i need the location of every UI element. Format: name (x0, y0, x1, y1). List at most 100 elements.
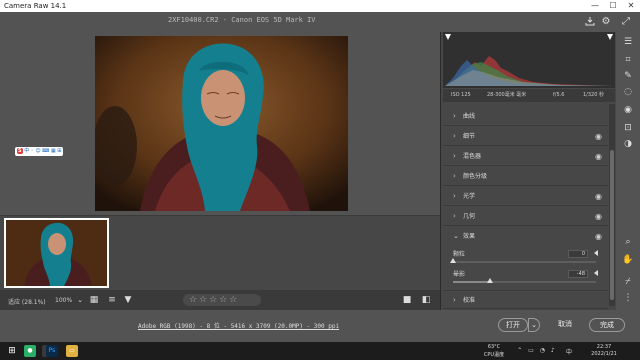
panel-scroll-thumb[interactable] (610, 150, 614, 300)
window-titlebar: Camera Raw 14.1 — ☐ ✕ (0, 0, 640, 12)
file-name: 2XF10400.CR2 - Canon EOS 5D Mark IV (168, 16, 316, 24)
chevron-right-icon: › (453, 212, 456, 220)
hand-tool-icon[interactable]: ✋ (622, 254, 634, 266)
crop-icon[interactable]: ⌗ (622, 54, 634, 66)
filter-icon[interactable]: ▼ (122, 294, 134, 306)
open-button[interactable]: 打开 (498, 318, 528, 332)
section-calibration[interactable]: › 校准 (443, 290, 608, 309)
vignette-slider[interactable] (453, 281, 596, 283)
cancel-button[interactable]: 取消 (551, 318, 579, 332)
single-view-icon[interactable]: ■ (401, 294, 413, 306)
chevron-right-icon: › (453, 172, 456, 180)
filmstrip-thumbnail[interactable] (4, 218, 109, 288)
vignette-slider-fill (453, 281, 491, 283)
vignette-value[interactable]: -48 (568, 270, 588, 278)
section-effects[interactable]: ⌄ 效果 ◉ (443, 227, 608, 246)
clock-time[interactable]: 22:37 (588, 344, 620, 350)
sort-icon[interactable]: ≡ (106, 294, 118, 306)
chevron-right-icon: › (453, 112, 456, 120)
section-label: 校准 (463, 297, 476, 304)
zoom-tool-icon[interactable]: ⌕ (622, 236, 634, 248)
eye-icon[interactable]: ◉ (595, 187, 602, 206)
vignette-label: 晕影 (453, 271, 466, 278)
star-rating[interactable]: ☆☆☆☆☆ (183, 294, 261, 306)
cpu-temp-value: 63°C (487, 344, 501, 350)
bottom-toolbar: 适应 (28.1%) 100% ⌄ ▦ ≡ ▼ ☆☆☆☆☆ ■ ◧ (0, 290, 440, 310)
presets-icon[interactable]: ◑ (622, 138, 634, 150)
save-icon[interactable] (584, 16, 596, 28)
top-bar: 2XF10400.CR2 - Canon EOS 5D Mark IV ⚙ ⤢ (0, 12, 640, 32)
chevron-right-icon: › (453, 132, 456, 140)
fit-zoom-label[interactable]: 适应 (28.1%) (8, 297, 46, 306)
fullscreen-icon[interactable]: ⤢ (620, 16, 632, 28)
section-label: 颜色分级 (463, 173, 488, 180)
section-label: 混色器 (463, 153, 482, 160)
camera-info: ISO 125 28-300毫米 毫米 f/5.6 1/320 秒 (443, 89, 615, 102)
ime-toolbar[interactable]: S 中 ◦ ☺ ⌨ ▦ ⊞ (15, 147, 64, 156)
chevron-down-icon: ⌄ (453, 232, 459, 240)
grain-label: 颗粒 (453, 251, 466, 258)
zoom-select[interactable]: 100% (55, 297, 72, 304)
chevron-right-icon: › (453, 296, 456, 304)
grid-icon[interactable]: ⋮ (622, 292, 634, 304)
minimize-button[interactable]: — (586, 0, 604, 12)
chevron-down-icon[interactable]: ⌄ (74, 294, 86, 306)
eye-icon[interactable]: ◉ (595, 127, 602, 146)
before-after-icon[interactable]: ◧ (420, 294, 432, 306)
chevron-right-icon: › (453, 192, 456, 200)
section-label: 光学 (463, 193, 476, 200)
shutter-value: 1/320 秒 (583, 92, 604, 98)
section-curve[interactable]: › 曲线 (443, 107, 608, 126)
photoshop-icon[interactable]: Ps (46, 345, 58, 357)
red-eye-icon[interactable]: ◉ (622, 104, 634, 116)
main-photo (95, 36, 348, 211)
taskbar: ⊞ ● ⌂ Ps ▭ 63°C CPU温度 ⌃ ▭ ◔ ♪ 中 22:37 20… (0, 342, 640, 360)
eye-icon[interactable]: ◉ (595, 227, 602, 246)
maximize-button[interactable]: ☐ (604, 0, 622, 12)
grain-reset-icon[interactable] (594, 250, 598, 256)
clock-date[interactable]: 2022/1/21 (588, 351, 620, 357)
tool-strip: ☰ ⌗ ✎ ◌ ◉ ⊡ ◑ ⌕ ✋ ⌿ ⋮ (616, 32, 640, 310)
section-label: 效果 (463, 233, 476, 240)
section-label: 细节 (463, 133, 476, 140)
rating-stars[interactable]: ☆☆☆☆☆ (189, 295, 239, 305)
gear-icon[interactable]: ⚙ (600, 16, 612, 28)
folder-icon[interactable]: ▭ (66, 345, 78, 357)
grain-slider-knob[interactable] (450, 258, 456, 263)
grain-value[interactable]: 0 (568, 250, 588, 258)
section-color-grading[interactable]: › 颜色分级 (443, 167, 608, 186)
close-button[interactable]: ✕ (622, 0, 640, 12)
window-title: Camera Raw 14.1 (4, 2, 67, 10)
windows-start-icon[interactable]: ⊞ (6, 345, 18, 357)
focal-length: 28-300毫米 毫米 (487, 92, 527, 98)
vignette-reset-icon[interactable] (594, 270, 598, 276)
section-geometry[interactable]: › 几何 ◉ (443, 207, 608, 226)
wechat-icon[interactable]: ● (24, 345, 36, 357)
vignette-slider-knob[interactable] (487, 278, 494, 283)
eye-icon[interactable]: ◉ (595, 147, 602, 166)
sogou-logo: S (17, 148, 23, 154)
grain-slider[interactable] (453, 261, 596, 263)
ime-language[interactable]: 中 (564, 347, 574, 356)
snapshot-icon[interactable]: ⊡ (622, 122, 634, 134)
done-button[interactable]: 完成 (589, 318, 625, 332)
histogram (443, 32, 615, 88)
filmstrip-toggle-icon[interactable]: ▦ (88, 294, 100, 306)
workflow-options-link[interactable]: Adobe RGB (1998) - 8 位 - 5416 x 3709 (20… (138, 321, 339, 330)
section-detail[interactable]: › 细节 ◉ (443, 127, 608, 146)
mask-icon[interactable]: ◌ (622, 86, 634, 98)
section-color-mixer[interactable]: › 混色器 ◉ (443, 147, 608, 166)
eye-icon[interactable]: ◉ (595, 207, 602, 226)
info-bar: Adobe RGB (1998) - 8 位 - 5416 x 3709 (20… (0, 310, 640, 342)
ime-items: 中 ◦ ☺ ⌨ ▦ ⊞ (24, 148, 62, 154)
section-optics[interactable]: › 光学 ◉ (443, 187, 608, 206)
open-options-button[interactable]: ⌄ (528, 318, 540, 332)
iso-value: ISO 125 (451, 92, 471, 98)
edit-sliders-icon[interactable]: ☰ (622, 36, 634, 48)
chevron-right-icon: › (453, 152, 456, 160)
aperture-value: f/5.6 (553, 92, 565, 98)
eyedropper-icon[interactable]: ⌿ (622, 276, 634, 288)
tray-icons[interactable]: ⌃ ▭ ◔ ♪ (512, 347, 562, 354)
healing-brush-icon[interactable]: ✎ (622, 70, 634, 82)
cpu-temp-label: CPU温度 (483, 352, 505, 358)
